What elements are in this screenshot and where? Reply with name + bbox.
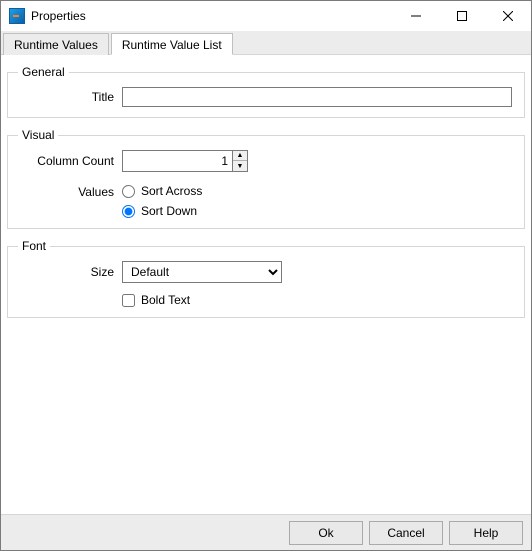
close-icon xyxy=(503,11,513,21)
titlebar: Properties xyxy=(1,1,531,31)
group-general-legend: General xyxy=(18,65,69,79)
close-button[interactable] xyxy=(485,1,531,31)
sort-across-radio[interactable] xyxy=(122,185,135,198)
tab-runtime-values[interactable]: Runtime Values xyxy=(3,33,109,55)
size-select[interactable]: Default xyxy=(122,261,282,283)
sort-across-option[interactable]: Sort Across xyxy=(122,184,202,198)
chevron-up-icon: ▲ xyxy=(237,152,244,159)
maximize-button[interactable] xyxy=(439,1,485,31)
sort-down-label: Sort Down xyxy=(141,204,197,218)
tab-runtime-value-list[interactable]: Runtime Value List xyxy=(111,33,233,55)
help-button[interactable]: Help xyxy=(449,521,523,545)
window-title: Properties xyxy=(31,9,86,23)
values-label: Values xyxy=(18,184,122,199)
ok-button[interactable]: Ok xyxy=(289,521,363,545)
minimize-button[interactable] xyxy=(393,1,439,31)
app-icon xyxy=(9,8,25,24)
content-area: General Title Visual Column Count ▲ xyxy=(1,55,531,514)
cancel-button[interactable]: Cancel xyxy=(369,521,443,545)
bold-text-option[interactable]: Bold Text xyxy=(122,293,190,307)
column-count-input[interactable] xyxy=(122,150,232,172)
tabstrip: Runtime Values Runtime Value List xyxy=(1,31,531,55)
group-visual-legend: Visual xyxy=(18,128,58,142)
dialog-footer: Ok Cancel Help xyxy=(1,514,531,550)
column-count-up-button[interactable]: ▲ xyxy=(233,151,247,161)
sort-down-option[interactable]: Sort Down xyxy=(122,204,202,218)
size-label: Size xyxy=(18,265,122,279)
title-input[interactable] xyxy=(122,87,512,107)
group-font-legend: Font xyxy=(18,239,50,253)
group-visual: Visual Column Count ▲ ▼ xyxy=(7,128,525,229)
minimize-icon xyxy=(411,11,421,21)
sort-down-radio[interactable] xyxy=(122,205,135,218)
sort-across-label: Sort Across xyxy=(141,184,202,198)
group-font: Font Size Default Bold Text xyxy=(7,239,525,318)
column-count-down-button[interactable]: ▼ xyxy=(233,161,247,171)
column-count-label: Column Count xyxy=(18,154,122,168)
chevron-down-icon: ▼ xyxy=(237,163,244,170)
maximize-icon xyxy=(457,11,467,21)
group-general: General Title xyxy=(7,65,525,118)
title-label: Title xyxy=(18,90,122,104)
column-count-spinner: ▲ ▼ xyxy=(122,150,248,172)
bold-text-checkbox[interactable] xyxy=(122,294,135,307)
bold-text-label: Bold Text xyxy=(141,293,190,307)
